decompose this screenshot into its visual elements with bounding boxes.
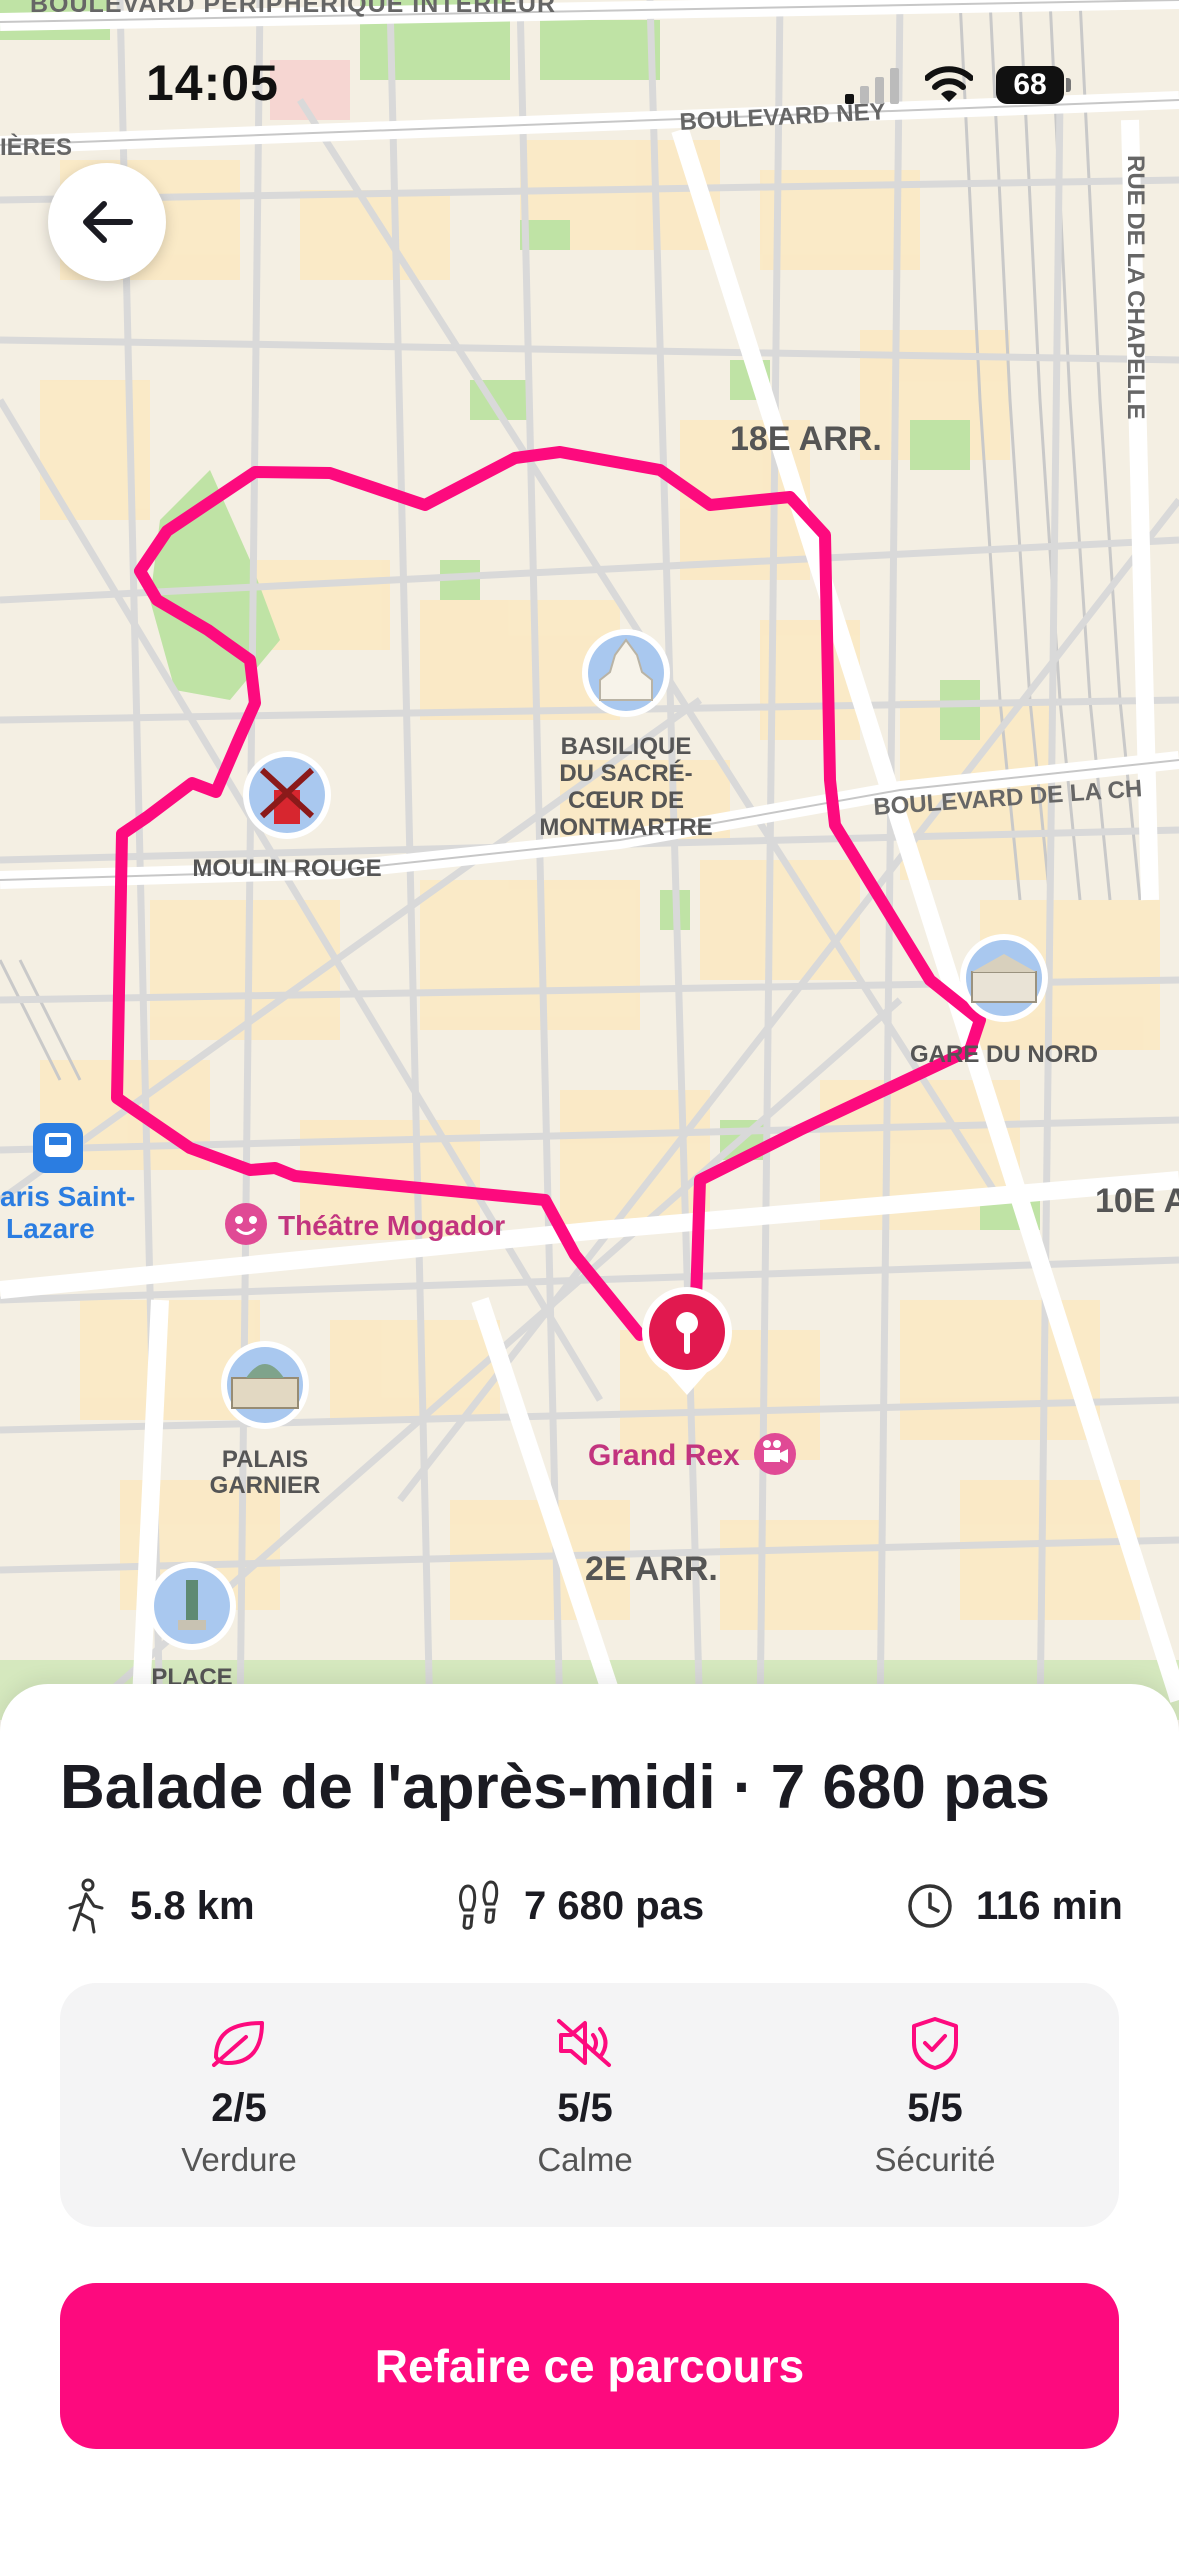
poi-label: PALAIS [222,1446,308,1473]
status-bar: 14:05 68 [0,0,1179,160]
poi-label: BASILIQUE [561,733,692,760]
arrow-left-icon [83,201,133,243]
sacre-coeur-marker[interactable] [582,629,670,717]
battery-level: 68 [1013,68,1047,101]
poi-label: CŒUR DE [568,787,684,814]
poi-label: MOULIN ROUGE [192,855,381,882]
back-button[interactable] [48,163,166,281]
poi-label: GARNIER [210,1472,321,1499]
score-securite: 5/5 Sécurité [805,2010,1065,2179]
score-value: 5/5 [557,2086,613,2130]
train-station-icon[interactable] [33,1123,83,1173]
poi-label: aris Saint- [0,1181,135,1212]
battery-icon: 68 [996,66,1072,104]
score-verdure: 2/5 Verdure [109,2010,369,2179]
poi-label: DU SACRÉ- [559,759,692,787]
district-label: 10E A [1095,1182,1179,1220]
cinema-icon[interactable] [754,1433,796,1475]
distance-value: 5.8 km [130,1883,255,1928]
poi-label: Grand Rex [588,1439,740,1472]
poi-label: MONTMARTRE [539,814,712,841]
redo-route-button[interactable]: Refaire ce parcours [60,2283,1119,2449]
cellular-signal-icon [845,68,899,104]
score-value: 5/5 [907,2086,963,2130]
route-map[interactable]: BOULEVARD PÉRIPHÉRIQUE INTÉRIEUR BOULEVA… [0,0,1179,1720]
street-label: RUE DE LA CHAPELLE [1122,155,1149,419]
duration-stat: 116 min [906,1876,1123,1936]
district-label: 2E ARR. [585,1550,718,1588]
speaker-muted-icon [557,2019,611,2067]
score-value: 2/5 [211,2086,267,2130]
score-label: Verdure [181,2141,297,2178]
walk-title: Balade de l'après-midi · 7 680 pas [60,1753,1050,1822]
status-time: 14:05 [146,55,279,111]
palais-garnier-marker[interactable] [221,1341,309,1429]
score-label: Sécurité [874,2141,996,2178]
redo-route-label: Refaire ce parcours [374,2340,805,2392]
wifi-icon [925,66,973,102]
steps-value: 7 680 pas [524,1883,705,1928]
place-marker[interactable] [148,1562,236,1650]
gare-du-nord-marker[interactable] [960,934,1048,1022]
poi-label: GARE DU NORD [910,1041,1098,1068]
footprints-icon [459,1880,499,1930]
score-label: Calme [537,2141,633,2178]
distance-stat: 5.8 km [64,1876,255,1936]
leaf-icon [212,2021,264,2067]
score-calme: 5/5 Calme [455,2010,715,2179]
clock-icon [908,1884,952,1928]
poi-label: Théâtre Mogador [278,1210,505,1241]
duration-value: 116 min [976,1883,1123,1928]
shield-check-icon [912,2017,958,2070]
steps-stat: 7 680 pas [456,1876,704,1936]
walking-person-icon [68,1878,104,1934]
theatre-icon[interactable] [225,1203,267,1245]
district-label: 18E ARR. [730,420,882,458]
moulin-rouge-marker[interactable] [243,751,331,839]
poi-label: Lazare [6,1213,95,1244]
